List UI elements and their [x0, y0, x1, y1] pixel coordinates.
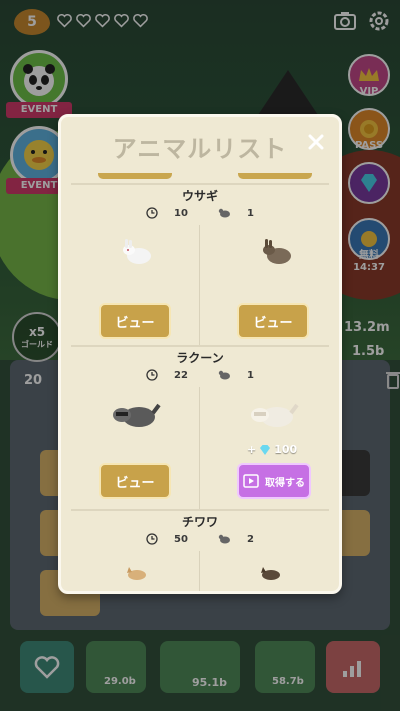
time-value: 10 — [174, 207, 188, 219]
gem-cost: + 100 — [247, 443, 297, 456]
raccoon-grey-icon — [113, 403, 161, 427]
raccoon-white-icon — [251, 403, 299, 427]
column-divider — [199, 225, 200, 345]
animal-name: チワワ — [181, 515, 218, 529]
video-icon — [243, 474, 259, 488]
animal-list[interactable]: ウサギ 10 1 ビュー ビュー ラクーン 22 1 + 100 ビュー 取得す… — [71, 173, 329, 591]
animal-count-icon — [218, 370, 230, 380]
cost-prefix: + — [247, 443, 257, 456]
view-button[interactable]: ビュー — [99, 463, 171, 499]
animal-name: ラクーン — [176, 351, 224, 365]
gem-icon — [260, 444, 271, 455]
animal-name: ウサギ — [181, 189, 218, 203]
animal-count-icon — [218, 534, 230, 544]
animal-section-chihuahua: チワワ 50 2 — [71, 511, 329, 591]
view-button[interactable] — [98, 173, 172, 179]
clock-icon — [146, 533, 158, 545]
chihuahua-dark-icon — [261, 567, 280, 580]
clock-icon — [146, 369, 158, 381]
time-value: 22 — [174, 369, 188, 381]
view-button[interactable]: ビュー — [99, 303, 171, 339]
clock-icon — [146, 207, 158, 219]
get-label: 取得する — [265, 477, 305, 489]
column-divider — [199, 551, 200, 591]
rabbit-white-icon — [123, 239, 151, 264]
animal-stats: 22 1 — [71, 369, 329, 381]
animal-count-icon — [218, 208, 230, 218]
animal-list-modal: アニマルリスト ウサギ 10 1 ビュー ビュー ラクーン 22 1 + 100… — [58, 114, 342, 594]
animal-stats: 50 2 — [71, 533, 329, 545]
view-button[interactable] — [238, 173, 312, 179]
modal-title: アニマルリスト — [112, 135, 288, 163]
get-with-video-button[interactable]: 取得する — [237, 463, 311, 499]
animal-section-raccoon: ラクーン 22 1 + 100 ビュー 取得する — [71, 347, 329, 509]
close-button[interactable] — [305, 131, 327, 153]
column-divider — [199, 387, 200, 509]
view-button[interactable]: ビュー — [237, 303, 309, 339]
close-icon — [308, 134, 324, 150]
count-value: 1 — [246, 207, 254, 219]
animal-section-rabbit: ウサギ 10 1 ビュー ビュー — [71, 185, 329, 345]
count-value: 2 — [246, 533, 254, 545]
animal-stats: 10 1 — [71, 207, 329, 219]
cost-value: 100 — [274, 443, 298, 456]
chihuahua-tan-icon — [127, 567, 146, 580]
time-value: 50 — [174, 533, 188, 545]
rabbit-brown-icon — [263, 239, 291, 264]
count-value: 1 — [246, 369, 254, 381]
